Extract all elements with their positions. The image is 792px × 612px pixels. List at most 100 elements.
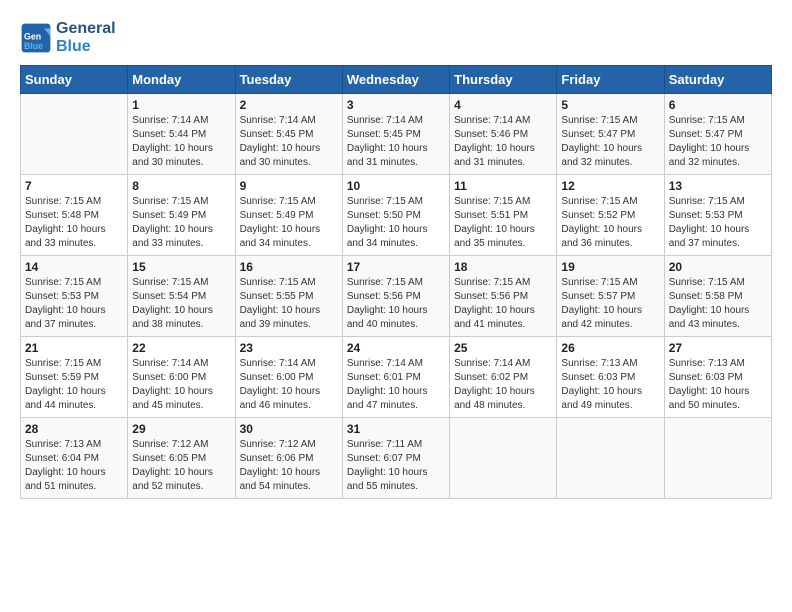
calendar-table: SundayMondayTuesdayWednesdayThursdayFrid… — [20, 65, 772, 499]
day-info: Sunrise: 7:15 AMSunset: 5:47 PMDaylight:… — [561, 115, 642, 168]
page-header: Gen Blue General Blue — [20, 20, 772, 55]
calendar-cell — [21, 94, 128, 175]
calendar-cell: 7 Sunrise: 7:15 AMSunset: 5:48 PMDaylight… — [21, 175, 128, 256]
calendar-cell: 27 Sunrise: 7:13 AMSunset: 6:03 PMDayligh… — [664, 337, 771, 418]
day-info: Sunrise: 7:14 AMSunset: 5:46 PMDaylight:… — [454, 115, 535, 168]
calendar-cell: 2 Sunrise: 7:14 AMSunset: 5:45 PMDaylight… — [235, 94, 342, 175]
day-info: Sunrise: 7:14 AMSunset: 5:45 PMDaylight:… — [347, 115, 428, 168]
calendar-cell: 17 Sunrise: 7:15 AMSunset: 5:56 PMDayligh… — [342, 256, 449, 337]
day-info: Sunrise: 7:11 AMSunset: 6:07 PMDaylight:… — [347, 439, 428, 492]
day-number: 31 — [347, 422, 445, 436]
day-number: 12 — [561, 179, 659, 193]
calendar-cell: 25 Sunrise: 7:14 AMSunset: 6:02 PMDayligh… — [450, 337, 557, 418]
calendar-cell: 8Sunrise: 7:15 AMSunset: 5:49 PMDaylight… — [128, 175, 235, 256]
calendar-cell — [450, 418, 557, 499]
calendar-cell: 22 Sunrise: 7:14 AMSunset: 6:00 PMDayligh… — [128, 337, 235, 418]
day-number: 4 — [454, 98, 552, 112]
calendar-cell: 4 Sunrise: 7:14 AMSunset: 5:46 PMDaylight… — [450, 94, 557, 175]
day-info: Sunrise: 7:15 AMSunset: 5:47 PMDaylight:… — [669, 115, 750, 168]
calendar-cell — [664, 418, 771, 499]
day-info: Sunrise: 7:12 AMSunset: 6:05 PMDaylight:… — [132, 439, 213, 492]
logo-text-general: General — [56, 20, 116, 38]
day-header-wednesday: Wednesday — [342, 66, 449, 94]
calendar-cell: 31 Sunrise: 7:11 AMSunset: 6:07 PMDayligh… — [342, 418, 449, 499]
calendar-cell: 11 Sunrise: 7:15 AMSunset: 5:51 PMDayligh… — [450, 175, 557, 256]
calendar-cell: 29 Sunrise: 7:12 AMSunset: 6:05 PMDayligh… — [128, 418, 235, 499]
calendar-cell: 20Sunrise: 7:15 AMSunset: 5:58 PMDayligh… — [664, 256, 771, 337]
calendar-cell: 30Sunrise: 7:12 AMSunset: 6:06 PMDayligh… — [235, 418, 342, 499]
day-number: 14 — [25, 260, 123, 274]
day-info: Sunrise: 7:15 AMSunset: 5:56 PMDaylight:… — [347, 277, 428, 330]
day-header-sunday: Sunday — [21, 66, 128, 94]
day-number: 16 — [240, 260, 338, 274]
day-header-saturday: Saturday — [664, 66, 771, 94]
logo: Gen Blue General Blue — [20, 20, 116, 55]
day-header-tuesday: Tuesday — [235, 66, 342, 94]
day-info: Sunrise: 7:15 AMSunset: 5:54 PMDaylight:… — [132, 277, 213, 330]
day-info: Sunrise: 7:15 AMSunset: 5:55 PMDaylight:… — [240, 277, 321, 330]
day-header-thursday: Thursday — [450, 66, 557, 94]
calendar-cell: 9 Sunrise: 7:15 AMSunset: 5:49 PMDaylight… — [235, 175, 342, 256]
day-number: 26 — [561, 341, 659, 355]
day-info: Sunrise: 7:14 AMSunset: 6:00 PMDaylight:… — [132, 358, 213, 411]
calendar-cell: 26 Sunrise: 7:13 AMSunset: 6:03 PMDayligh… — [557, 337, 664, 418]
day-info: Sunrise: 7:14 AMSunset: 6:00 PMDaylight:… — [240, 358, 321, 411]
day-info: Sunrise: 7:13 AMSunset: 6:03 PMDaylight:… — [669, 358, 750, 411]
day-number: 3 — [347, 98, 445, 112]
svg-text:Blue: Blue — [24, 41, 43, 51]
calendar-cell: 13Sunrise: 7:15 AMSunset: 5:53 PMDayligh… — [664, 175, 771, 256]
calendar-cell: 1 Sunrise: 7:14 AMSunset: 5:44 PMDaylight… — [128, 94, 235, 175]
day-info: Sunrise: 7:14 AMSunset: 5:45 PMDaylight:… — [240, 115, 321, 168]
day-info: Sunrise: 7:15 AMSunset: 5:56 PMDaylight:… — [454, 277, 535, 330]
calendar-cell: 5 Sunrise: 7:15 AMSunset: 5:47 PMDaylight… — [557, 94, 664, 175]
day-info: Sunrise: 7:14 AMSunset: 5:44 PMDaylight:… — [132, 115, 213, 168]
day-number: 22 — [132, 341, 230, 355]
day-number: 9 — [240, 179, 338, 193]
day-info: Sunrise: 7:15 AMSunset: 5:58 PMDaylight:… — [669, 277, 750, 330]
calendar-cell: 12 Sunrise: 7:15 AMSunset: 5:52 PMDayligh… — [557, 175, 664, 256]
day-info: Sunrise: 7:15 AMSunset: 5:51 PMDaylight:… — [454, 196, 535, 249]
calendar-week-row: 21Sunrise: 7:15 AMSunset: 5:59 PMDayligh… — [21, 337, 772, 418]
day-number: 25 — [454, 341, 552, 355]
day-number: 24 — [347, 341, 445, 355]
day-number: 28 — [25, 422, 123, 436]
day-number: 2 — [240, 98, 338, 112]
day-info: Sunrise: 7:13 AMSunset: 6:03 PMDaylight:… — [561, 358, 642, 411]
day-info: Sunrise: 7:15 AMSunset: 5:49 PMDaylight:… — [240, 196, 321, 249]
day-number: 27 — [669, 341, 767, 355]
calendar-cell: 10Sunrise: 7:15 AMSunset: 5:50 PMDayligh… — [342, 175, 449, 256]
day-number: 21 — [25, 341, 123, 355]
day-number: 18 — [454, 260, 552, 274]
calendar-cell: 16 Sunrise: 7:15 AMSunset: 5:55 PMDayligh… — [235, 256, 342, 337]
day-info: Sunrise: 7:15 AMSunset: 5:52 PMDaylight:… — [561, 196, 642, 249]
calendar-header-row: SundayMondayTuesdayWednesdayThursdayFrid… — [21, 66, 772, 94]
day-number: 1 — [132, 98, 230, 112]
calendar-cell: 3 Sunrise: 7:14 AMSunset: 5:45 PMDaylight… — [342, 94, 449, 175]
day-header-friday: Friday — [557, 66, 664, 94]
calendar-cell: 21Sunrise: 7:15 AMSunset: 5:59 PMDayligh… — [21, 337, 128, 418]
day-info: Sunrise: 7:15 AMSunset: 5:50 PMDaylight:… — [347, 196, 428, 249]
day-number: 29 — [132, 422, 230, 436]
day-info: Sunrise: 7:15 AMSunset: 5:53 PMDaylight:… — [25, 277, 106, 330]
day-number: 5 — [561, 98, 659, 112]
day-number: 19 — [561, 260, 659, 274]
day-number: 17 — [347, 260, 445, 274]
day-number: 15 — [132, 260, 230, 274]
day-info: Sunrise: 7:14 AMSunset: 6:02 PMDaylight:… — [454, 358, 535, 411]
day-info: Sunrise: 7:14 AMSunset: 6:01 PMDaylight:… — [347, 358, 428, 411]
calendar-week-row: 28Sunrise: 7:13 AMSunset: 6:04 PMDayligh… — [21, 418, 772, 499]
day-number: 11 — [454, 179, 552, 193]
day-number: 6 — [669, 98, 767, 112]
day-info: Sunrise: 7:15 AMSunset: 5:48 PMDaylight:… — [25, 196, 106, 249]
calendar-cell: 24 Sunrise: 7:14 AMSunset: 6:01 PMDayligh… — [342, 337, 449, 418]
day-number: 13 — [669, 179, 767, 193]
calendar-week-row: 1 Sunrise: 7:14 AMSunset: 5:44 PMDaylight… — [21, 94, 772, 175]
calendar-body: 1 Sunrise: 7:14 AMSunset: 5:44 PMDaylight… — [21, 94, 772, 499]
calendar-cell: 6 Sunrise: 7:15 AMSunset: 5:47 PMDaylight… — [664, 94, 771, 175]
calendar-cell: 28Sunrise: 7:13 AMSunset: 6:04 PMDayligh… — [21, 418, 128, 499]
day-number: 7 — [25, 179, 123, 193]
calendar-cell: 18 Sunrise: 7:15 AMSunset: 5:56 PMDayligh… — [450, 256, 557, 337]
day-info: Sunrise: 7:15 AMSunset: 5:57 PMDaylight:… — [561, 277, 642, 330]
logo-text-blue: Blue — [56, 38, 116, 56]
calendar-week-row: 7 Sunrise: 7:15 AMSunset: 5:48 PMDaylight… — [21, 175, 772, 256]
